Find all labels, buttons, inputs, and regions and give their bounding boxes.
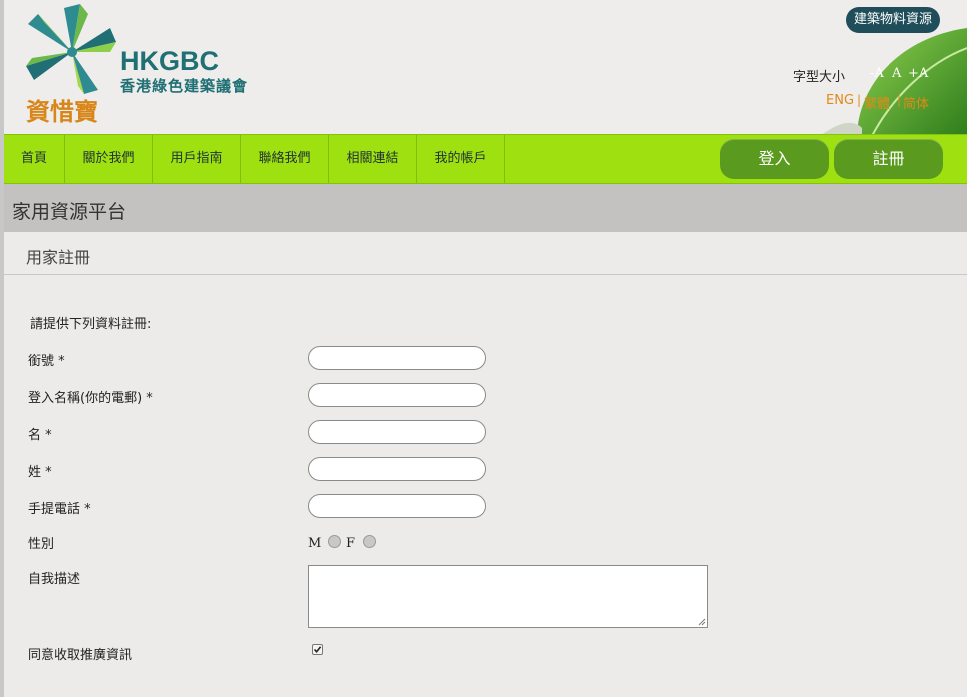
font-increase-button[interactable]: +A <box>908 66 928 81</box>
gender-f-label: F <box>346 536 356 551</box>
font-size-label: 字型大小 <box>793 70 846 85</box>
main-nav: 首頁 關於我們 用戶指南 聯絡我們 相關連結 我的帳戶 登入 註冊 <box>4 134 967 184</box>
page-title-bar: 家用資源平台 <box>4 184 967 232</box>
resize-grip-icon[interactable] <box>698 618 706 626</box>
nav-item-home[interactable]: 首頁 <box>4 135 65 183</box>
last-name-label: 姓 * <box>28 465 52 480</box>
first-name-label: 名 * <box>28 428 52 443</box>
lang-eng-link[interactable]: ENG <box>826 93 854 108</box>
login-button[interactable]: 登入 <box>720 139 829 179</box>
gender-f-radio[interactable] <box>363 535 376 548</box>
gender-m-radio[interactable] <box>328 535 341 548</box>
lang-simplified-link[interactable]: 简体 <box>903 93 929 112</box>
form-intro: 請提供下列資料註冊: <box>30 317 152 332</box>
mobile-label: 手提電話 * <box>28 502 91 517</box>
consent-label: 同意收取推廣資訊 <box>28 648 133 663</box>
gender-m-label: M <box>308 536 322 551</box>
salutation-input[interactable] <box>308 346 486 370</box>
header: HKGBC 香港綠色建築議會 資惜寶 建築物料資源 字型大小 -A A +A E… <box>4 0 967 134</box>
divider <box>4 274 967 275</box>
consent-checkbox[interactable] <box>312 644 323 655</box>
section-heading: 用家註冊 <box>26 248 91 267</box>
hkgbc-logo-icon <box>26 4 116 94</box>
nav-item-contact[interactable]: 聯絡我們 <box>241 135 329 183</box>
font-normal-button[interactable]: A <box>892 66 901 81</box>
nav-item-links[interactable]: 相關連結 <box>329 135 417 183</box>
building-materials-button[interactable]: 建築物料資源 <box>846 7 940 33</box>
page-title: 家用資源平台 <box>12 201 127 223</box>
mobile-input[interactable] <box>308 494 486 518</box>
checkmark-icon <box>313 646 322 654</box>
register-button[interactable]: 註冊 <box>834 139 943 179</box>
login-email-input[interactable] <box>308 383 486 407</box>
brand-name-zh: 香港綠色建築議會 <box>120 77 249 95</box>
app-name: 資惜寶 <box>26 97 98 126</box>
nav-item-account[interactable]: 我的帳戶 <box>417 135 505 183</box>
salutation-label: 銜號 * <box>28 354 65 369</box>
font-decrease-button[interactable]: -A <box>870 66 884 81</box>
first-name-input[interactable] <box>308 420 486 444</box>
lang-separator: | <box>857 93 862 107</box>
description-label: 自我描述 <box>28 572 81 587</box>
last-name-input[interactable] <box>308 457 486 481</box>
lang-traditional-link[interactable]: 繁體 <box>864 93 890 112</box>
brand-name-en: HKGBC <box>120 46 219 76</box>
gender-label: 性別 <box>28 537 55 552</box>
lang-separator: | <box>897 93 902 107</box>
login-email-label: 登入名稱(你的電郵) * <box>28 391 153 406</box>
nav-item-guide[interactable]: 用戶指南 <box>153 135 241 183</box>
description-textarea[interactable] <box>308 565 708 628</box>
nav-item-about[interactable]: 關於我們 <box>65 135 153 183</box>
